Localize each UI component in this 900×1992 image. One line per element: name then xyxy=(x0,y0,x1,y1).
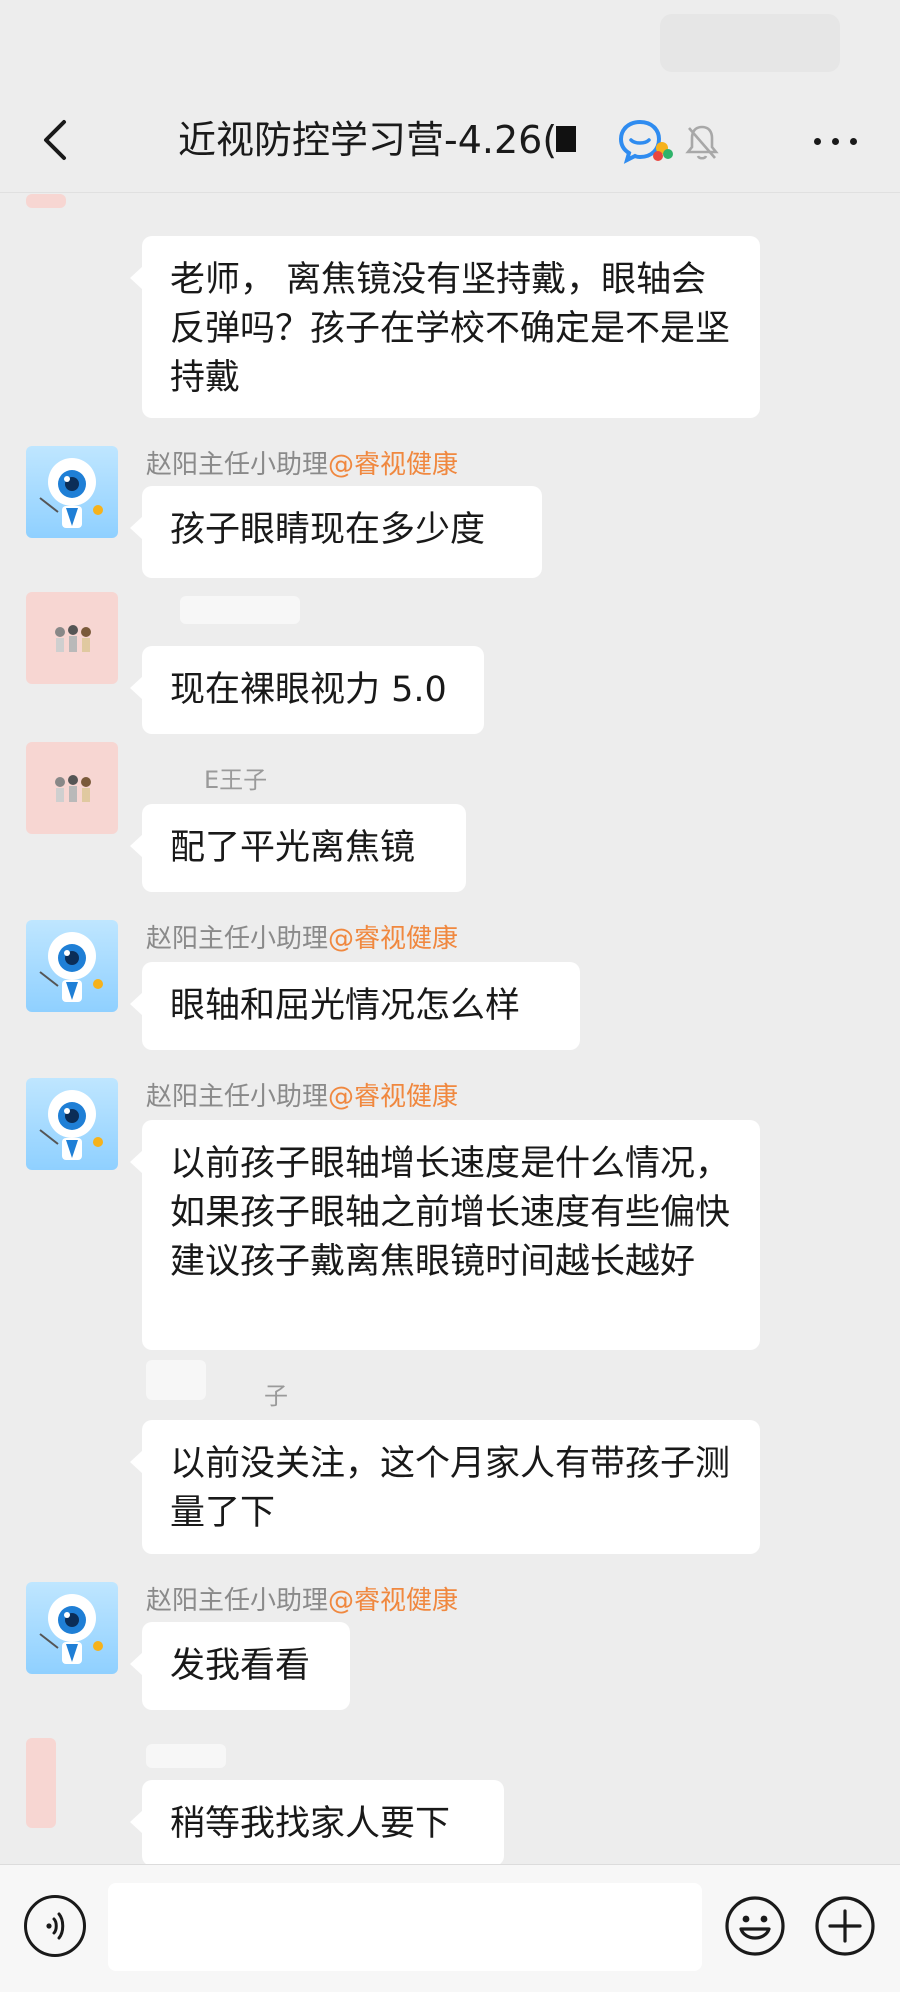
chat-title: 近视防控学习营-4.26( xyxy=(178,118,558,162)
message-bubble[interactable]: 眼轴和屈光情况怎么样 xyxy=(130,962,580,1050)
message-bubble[interactable]: 配了平光离焦镜 xyxy=(130,804,466,892)
chat-bubble-icon[interactable] xyxy=(618,118,674,164)
family-avatar-icon xyxy=(55,625,91,652)
family-avatar-icon xyxy=(55,775,91,802)
sender-label: E王子 xyxy=(204,766,268,794)
sender-label: 子 xyxy=(264,1382,288,1410)
sender-label: 赵阳主任小助理@睿视健康 xyxy=(146,924,459,954)
back-arrow-icon[interactable] xyxy=(36,116,76,164)
avatar[interactable] xyxy=(26,1738,56,1828)
blurred-sender xyxy=(180,596,300,624)
chat-header: 近视防控学习营-4.26( xyxy=(0,88,900,193)
message-input[interactable] xyxy=(108,1883,702,1971)
title-redaction-blur xyxy=(576,118,606,158)
blurred-avatar xyxy=(146,1360,206,1400)
title-redaction xyxy=(556,126,576,152)
input-bar xyxy=(0,1864,900,1992)
message-bubble[interactable]: 现在裸眼视力 5.0 xyxy=(130,646,484,734)
avatar[interactable] xyxy=(26,1582,118,1674)
avatar[interactable] xyxy=(26,446,118,538)
sender-label: 赵阳主任小助理@睿视健康 xyxy=(146,1082,459,1112)
blurred-status-area xyxy=(660,14,840,72)
eye-mascot-icon xyxy=(39,1594,103,1664)
voice-icon[interactable] xyxy=(24,1895,86,1957)
message-bubble[interactable]: 以前孩子眼轴增长速度是什么情况，如果孩子眼轴之前增长速度有些偏快建议孩子戴离焦眼… xyxy=(130,1120,760,1350)
message-bubble[interactable]: 孩子眼睛现在多少度 xyxy=(130,486,542,578)
sender-label: 赵阳主任小助理@睿视健康 xyxy=(146,1586,459,1616)
eye-mascot-icon xyxy=(39,932,103,1002)
message-bubble[interactable]: 以前没关注，这个月家人有带孩子测量了下 xyxy=(130,1420,760,1554)
status-bar xyxy=(0,0,900,88)
avatar[interactable] xyxy=(26,592,118,684)
message-bubble[interactable]: 稍等我找家人要下 xyxy=(130,1780,504,1866)
avatar[interactable] xyxy=(26,920,118,1012)
eye-mascot-icon xyxy=(39,458,103,528)
partial-avatar xyxy=(26,194,66,208)
avatar[interactable] xyxy=(26,1078,118,1170)
plus-icon[interactable] xyxy=(814,1895,876,1957)
blurred-sender xyxy=(146,1744,226,1768)
sender-label: 赵阳主任小助理@睿视健康 xyxy=(146,450,459,480)
message-bubble[interactable]: 老师， 离焦镜没有坚持戴，眼轴会反弹吗？孩子在学校不确定是不是坚持戴 xyxy=(130,236,760,418)
avatar[interactable] xyxy=(26,742,118,834)
mute-bell-icon xyxy=(684,122,720,162)
more-dots-icon[interactable] xyxy=(808,120,864,160)
message-bubble[interactable]: 发我看看 xyxy=(130,1622,350,1710)
emoji-icon[interactable] xyxy=(724,1895,786,1957)
eye-mascot-icon xyxy=(39,1090,103,1160)
